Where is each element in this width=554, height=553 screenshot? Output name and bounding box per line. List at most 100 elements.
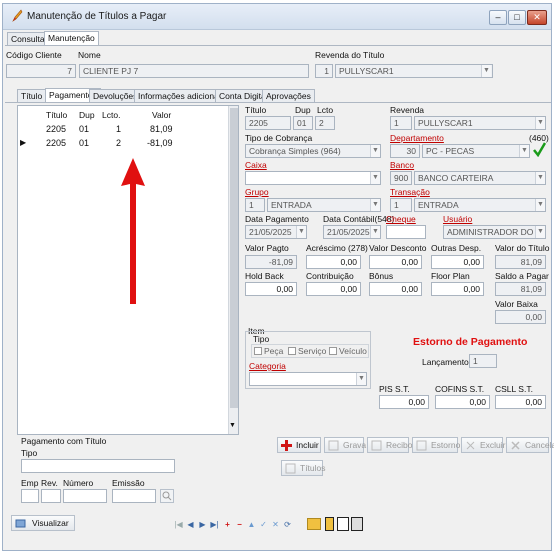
chevron-down-icon[interactable]: ▼ <box>356 373 366 385</box>
departamento-code-field[interactable]: 30 <box>390 144 420 158</box>
valor-baixa-field[interactable]: 0,00 <box>495 310 546 324</box>
print-icon[interactable] <box>351 517 363 531</box>
usuario-label[interactable]: Usuário <box>443 214 472 224</box>
transacao-code-field[interactable]: 1 <box>390 198 412 212</box>
contribuicao-field[interactable]: 0,00 <box>306 282 361 296</box>
chevron-down-icon[interactable]: ▼ <box>481 65 491 77</box>
chevron-down-icon[interactable]: ▼ <box>535 199 545 211</box>
next-record-icon[interactable]: ▶ <box>197 519 208 531</box>
tab-aprovacoes[interactable]: Aprovações <box>262 89 315 102</box>
outras-desp-field[interactable]: 0,00 <box>431 255 484 269</box>
col-titulo[interactable]: Título <box>46 110 67 120</box>
transacao-select[interactable]: ENTRADA <box>414 198 546 212</box>
chevron-down-icon[interactable]: ▼ <box>370 172 380 184</box>
servico-checkbox[interactable] <box>288 347 296 355</box>
banco-code-field[interactable]: 900 <box>390 171 412 185</box>
table-row[interactable]: ▶ 2205 01 2 -81,09 <box>18 138 238 151</box>
chevron-down-icon[interactable]: ▼ <box>370 145 380 157</box>
departamento-select[interactable]: PC - PECAS <box>422 144 530 158</box>
col-dup[interactable]: Dup <box>79 110 95 120</box>
gravar-button[interactable]: Grava <box>324 437 366 453</box>
maximize-button[interactable]: □ <box>508 10 526 25</box>
close-button[interactable]: ✕ <box>527 10 547 25</box>
prev-record-icon[interactable]: ◀ <box>185 519 196 531</box>
cheque-field[interactable] <box>386 225 426 239</box>
cofins-field[interactable]: 0,00 <box>435 395 490 409</box>
chevron-down-icon[interactable]: ▼ <box>535 226 545 238</box>
scrollbar-thumb[interactable] <box>230 108 238 408</box>
minimize-button[interactable]: – <box>489 10 507 25</box>
categoria-label[interactable]: Categoria <box>249 361 286 371</box>
estorno-button[interactable]: Estorno <box>412 437 460 453</box>
post-record-icon[interactable]: ✓ <box>258 519 269 531</box>
tab-titulo[interactable]: Título <box>17 89 47 102</box>
col-lcto[interactable]: Lcto. <box>102 110 120 120</box>
exit-door-icon[interactable] <box>325 517 334 531</box>
pis-field[interactable]: 0,00 <box>379 395 429 409</box>
saldo-pagar-field[interactable]: 81,09 <box>495 282 546 296</box>
excluir-button[interactable]: Excluir <box>461 437 506 453</box>
table-row[interactable]: 2205 01 1 81,09 <box>18 124 238 137</box>
revenda-titulo-select[interactable]: PULLYSCAR1 <box>335 64 493 78</box>
refresh-icon[interactable]: ⟳ <box>282 519 293 531</box>
nome-field[interactable]: CLIENTE PJ 7 <box>79 64 309 78</box>
cancelar-button[interactable]: Cancela <box>506 437 554 453</box>
banco-label[interactable]: Banco <box>390 160 414 170</box>
last-record-icon[interactable]: ▶| <box>209 519 220 531</box>
usuario-select[interactable]: ADMINISTRADOR DO SISTEMA <box>443 225 546 239</box>
folder-icon[interactable] <box>307 518 321 530</box>
chevron-down-icon[interactable]: ▼ <box>519 145 529 157</box>
insert-record-icon[interactable]: + <box>222 519 233 531</box>
revenda-select[interactable]: PULLYSCAR1 <box>414 116 546 130</box>
chevron-down-icon[interactable]: ▼ <box>535 172 545 184</box>
dup-field[interactable]: 01 <box>293 116 313 130</box>
cancel-record-icon[interactable]: ✕ <box>270 519 281 531</box>
cheque-label[interactable]: Cheque <box>386 214 416 224</box>
grupo-label[interactable]: Grupo <box>245 187 269 197</box>
transacao-label[interactable]: Transação <box>390 187 430 197</box>
recibo-button[interactable]: Recibo <box>367 437 412 453</box>
valor-titulo-field[interactable]: 81,09 <box>495 255 546 269</box>
valor-pagto-field[interactable]: -81,09 <box>245 255 297 269</box>
codigo-cliente-field[interactable]: 7 <box>6 64 76 78</box>
floor-plan-field[interactable]: 0,00 <box>431 282 484 296</box>
edit-record-icon[interactable]: ▲ <box>246 519 257 531</box>
tab-manutencao[interactable]: Manutenção <box>44 31 99 45</box>
chevron-down-icon[interactable]: ▼ <box>370 199 380 211</box>
emp-field[interactable] <box>21 489 39 503</box>
delete-record-icon[interactable]: − <box>234 519 245 531</box>
pag-tipo-field[interactable] <box>21 459 175 473</box>
revenda-code-field[interactable]: 1 <box>390 116 412 130</box>
grupo-code-field[interactable]: 1 <box>245 198 265 212</box>
incluir-button[interactable]: Incluir <box>277 437 321 453</box>
rev-field[interactable] <box>41 489 61 503</box>
categoria-select[interactable] <box>249 372 367 386</box>
titulo-field[interactable]: 2205 <box>245 116 291 130</box>
scroll-down-icon[interactable]: ▼ <box>229 422 236 429</box>
veiculo-checkbox[interactable] <box>329 347 337 355</box>
banco-select[interactable]: BANCO CARTEIRA <box>414 171 546 185</box>
chevron-down-icon[interactable]: ▼ <box>296 226 306 238</box>
caixa-select[interactable] <box>245 171 381 185</box>
hold-back-field[interactable]: 0,00 <box>245 282 297 296</box>
check-icon[interactable] <box>532 141 546 157</box>
lcto-field[interactable]: 2 <box>315 116 335 130</box>
visualizar-button[interactable]: Visualizar <box>11 515 75 531</box>
acrescimo-field[interactable]: 0,00 <box>306 255 361 269</box>
first-record-icon[interactable]: |◀ <box>173 519 184 531</box>
bonus-field[interactable]: 0,00 <box>369 282 422 296</box>
tab-consulta[interactable]: Consulta <box>7 32 49 45</box>
grid-scrollbar[interactable]: ▼ <box>228 106 238 434</box>
tipo-cobranca-select[interactable]: Cobrança Simples (964) <box>245 144 381 158</box>
grupo-select[interactable]: ENTRADA <box>267 198 381 212</box>
report-icon[interactable] <box>337 517 349 531</box>
titulos-button[interactable]: Títulos <box>281 460 326 476</box>
col-valor[interactable]: Valor <box>152 110 171 120</box>
caixa-label[interactable]: Caixa <box>245 160 267 170</box>
emissao-field[interactable] <box>112 489 156 503</box>
chevron-down-icon[interactable]: ▼ <box>370 226 380 238</box>
search-icon[interactable] <box>160 489 174 503</box>
departamento-label[interactable]: Departamento <box>390 133 444 143</box>
valor-desconto-field[interactable]: 0,00 <box>369 255 422 269</box>
payments-grid[interactable]: Título Dup Lcto. Valor 2205 01 1 81,09 ▶… <box>17 105 239 435</box>
